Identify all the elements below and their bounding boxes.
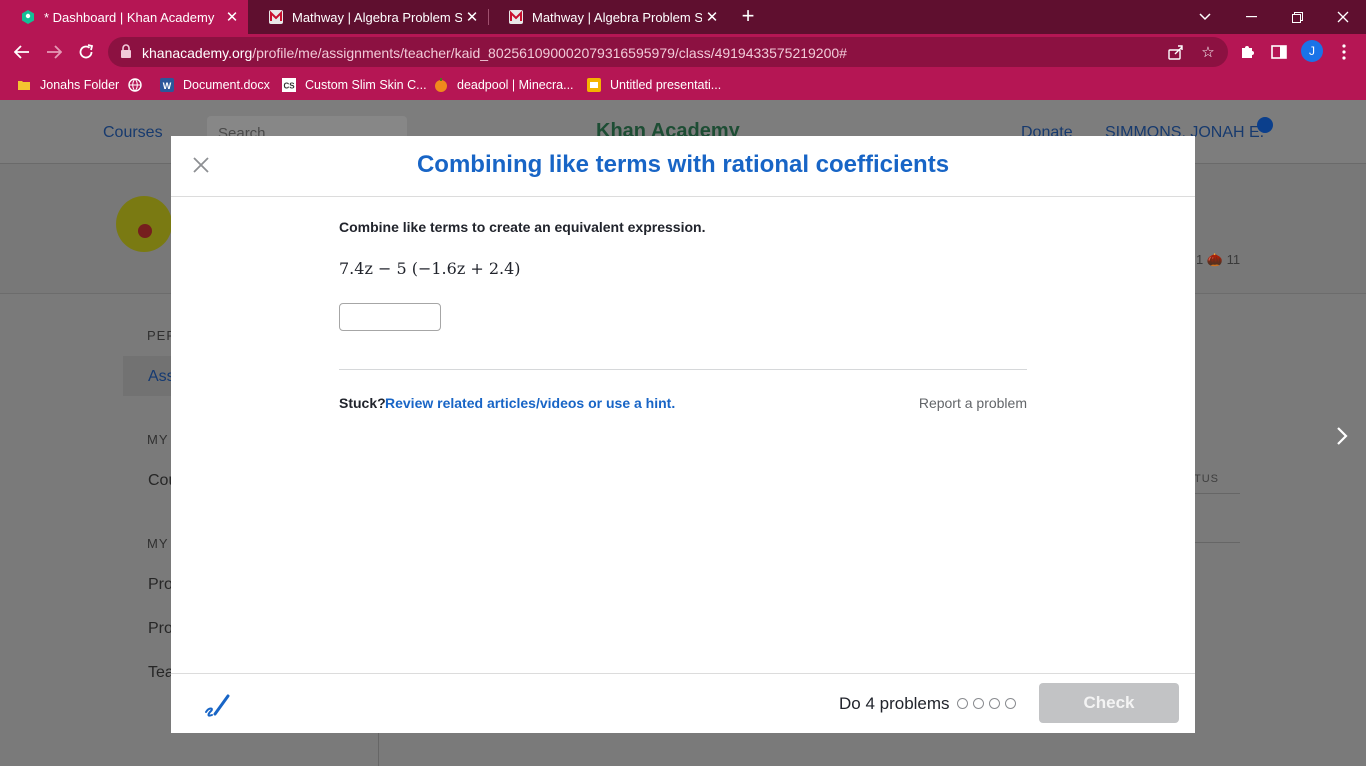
bookmark-custom-slim-skin[interactable]: CS Custom Slim Skin C... — [281, 76, 427, 94]
table-divider — [1194, 493, 1240, 494]
bookmark-globe[interactable] — [127, 76, 151, 94]
bookmark-star-icon[interactable]: ☆ — [1198, 42, 1218, 62]
bookmark-label: Custom Slim Skin C... — [305, 78, 427, 92]
status-column-header: TUS — [1194, 473, 1219, 485]
tab-close-icon[interactable]: ✕ — [702, 8, 722, 26]
tab-search-chevron-icon[interactable] — [1182, 0, 1228, 34]
bookmark-label: deadpool | Minecra... — [457, 78, 574, 92]
tab-close-icon[interactable]: ✕ — [222, 8, 242, 26]
tab-title: * Dashboard | Khan Academy — [44, 9, 215, 25]
slides-icon — [586, 77, 602, 93]
sidebar-item-teachers: Tea — [148, 664, 174, 681]
chevron-right-icon[interactable] — [1328, 422, 1356, 450]
lock-icon — [120, 44, 136, 60]
answer-input[interactable] — [339, 303, 441, 331]
user-avatar — [116, 196, 172, 252]
mathway-favicon-icon — [268, 9, 284, 25]
profile-avatar[interactable]: J — [1301, 40, 1323, 62]
content-divider — [339, 369, 1027, 370]
exercise-modal: Combining like terms with rational coeff… — [171, 136, 1195, 733]
bookmarks-bar: Jonahs Folder W Document.docx CS Custom … — [0, 70, 1366, 100]
address-bar[interactable]: khanacademy.org/profile/me/assignments/t… — [108, 37, 1228, 67]
tab-mathway-1[interactable]: Mathway | Algebra Problem Solv ✕ — [248, 0, 488, 34]
restore-icon[interactable] — [1274, 0, 1320, 34]
globe-icon — [127, 77, 143, 93]
svg-text:CS: CS — [283, 82, 295, 91]
khan-academy-favicon-icon — [20, 9, 36, 25]
url-host: khanacademy.org — [142, 45, 253, 61]
url-text: khanacademy.org/profile/me/assignments/t… — [142, 45, 847, 61]
bookmark-label: Untitled presentati... — [610, 78, 722, 92]
bookmark-label: Document.docx — [183, 78, 270, 92]
url-path: /profile/me/assignments/teacher/kaid_802… — [252, 45, 847, 61]
minimize-icon[interactable] — [1228, 0, 1274, 34]
hint-link[interactable]: Review related articles/videos or use a … — [385, 395, 675, 411]
progress-dot — [973, 698, 984, 709]
folder-icon — [16, 77, 32, 93]
progress-dot — [957, 698, 968, 709]
cs-icon: CS — [281, 77, 297, 93]
tab-close-icon[interactable]: ✕ — [462, 8, 482, 26]
tab-dashboard[interactable]: * Dashboard | Khan Academy ✕ — [0, 0, 248, 34]
help-row: Stuck? Review related articles/videos or… — [339, 393, 1027, 413]
scratchpad-pencil-icon[interactable] — [203, 690, 231, 718]
new-tab-button[interactable]: + — [736, 5, 760, 29]
pumpkin-icon — [433, 77, 449, 93]
courses-menu: Courses — [103, 124, 163, 141]
exercise-title: Combining like terms with rational coeff… — [416, 151, 950, 178]
svg-text:W: W — [163, 81, 172, 91]
sidebar-section-my: MY — [147, 432, 169, 447]
do-problems-label: Do 4 problems — [839, 694, 950, 713]
tab-strip: * Dashboard | Khan Academy ✕ Mathway | A… — [0, 0, 1366, 34]
bookmark-jonahs-folder[interactable]: Jonahs Folder — [16, 76, 119, 94]
back-icon[interactable] — [8, 38, 36, 66]
word-icon: W — [159, 77, 175, 93]
energy-points: 1 🌰 11 — [1196, 252, 1241, 267]
bookmark-deadpool[interactable]: deadpool | Minecra... — [433, 76, 574, 94]
mathway-favicon-icon — [508, 9, 524, 25]
bookmark-document[interactable]: W Document.docx — [159, 76, 270, 94]
notification-dot — [1257, 117, 1273, 133]
modal-header: Combining like terms with rational coeff… — [171, 136, 1195, 197]
side-panel-icon[interactable] — [1269, 42, 1289, 62]
table-divider — [1194, 542, 1240, 543]
check-button[interactable]: Check — [1039, 683, 1179, 723]
reload-icon[interactable] — [72, 38, 100, 66]
progress-dot — [1005, 698, 1016, 709]
report-problem-link[interactable]: Report a problem — [919, 395, 1027, 411]
question-prompt: Combine like terms to create an equivale… — [339, 219, 706, 235]
problem-progress-dots — [957, 698, 1021, 709]
tab-title: Mathway | Algebra Problem Solv — [292, 9, 462, 25]
tab-mathway-2[interactable]: Mathway | Algebra Problem Solv ✕ — [488, 0, 728, 34]
tab-title: Mathway | Algebra Problem Solv — [532, 9, 702, 25]
bookmark-label: Jonahs Folder — [40, 78, 120, 92]
bookmark-untitled-presentation[interactable]: Untitled presentati... — [586, 76, 721, 94]
forward-icon[interactable] — [40, 38, 68, 66]
modal-footer: Do 4 problems Check — [171, 673, 1195, 733]
sidebar-item-progress: Pro — [148, 620, 173, 637]
share-icon[interactable] — [1166, 42, 1186, 62]
stuck-label: Stuck? — [339, 395, 386, 411]
sidebar-item-profile: Pro — [148, 576, 173, 593]
extensions-puzzle-icon[interactable] — [1237, 42, 1257, 62]
chrome-menu-icon[interactable] — [1334, 42, 1354, 62]
browser-toolbar: khanacademy.org/profile/me/assignments/t… — [0, 34, 1366, 70]
sidebar-section-my-account: MY — [147, 536, 169, 551]
progress-dot — [989, 698, 1000, 709]
close-window-icon[interactable] — [1320, 0, 1366, 34]
math-expression: 7.4z − 5 (−1.6z + 2.4) — [339, 259, 521, 278]
